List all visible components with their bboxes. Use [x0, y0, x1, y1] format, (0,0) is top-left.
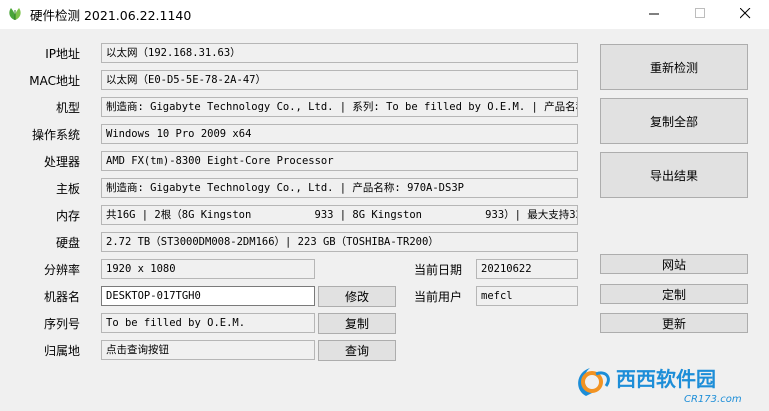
- hostname-input[interactable]: DESKTOP-017TGH0: [101, 286, 315, 306]
- user-field[interactable]: mefcl: [476, 286, 578, 306]
- date-label: 当前日期: [413, 263, 462, 277]
- close-icon: [740, 8, 751, 19]
- copy-all-button[interactable]: 复制全部: [600, 98, 748, 144]
- watermark-swirl-icon: [578, 368, 610, 396]
- watermark-brand: 西西软件园: [616, 367, 716, 391]
- board-field[interactable]: 制造商: Gigabyte Technology Co., Ltd. | 产品名…: [101, 178, 578, 198]
- board-label: 主板: [55, 182, 80, 196]
- resolution-field[interactable]: 1920 x 1080: [101, 259, 315, 279]
- title-bar: 硬件检测 2021.06.22.1140: [0, 0, 769, 29]
- maximize-icon: [695, 8, 705, 18]
- update-button[interactable]: 更新: [600, 313, 748, 333]
- query-button[interactable]: 查询: [318, 340, 396, 361]
- hostname-label: 机器名: [43, 290, 80, 304]
- model-field[interactable]: 制造商: Gigabyte Technology Co., Ltd. | 系列:…: [101, 97, 578, 117]
- mac-label: MAC地址: [29, 74, 80, 88]
- serial-label: 序列号: [43, 317, 80, 331]
- maximize-button[interactable]: [678, 0, 724, 28]
- location-label: 归属地: [43, 344, 80, 358]
- model-label: 机型: [55, 101, 80, 115]
- date-field[interactable]: 20210622: [476, 259, 578, 279]
- resolution-label: 分辨率: [43, 263, 80, 277]
- memory-label: 内存: [55, 209, 80, 223]
- user-label: 当前用户: [413, 290, 462, 304]
- watermark-site: CR173.com: [684, 394, 742, 405]
- watermark-logo: 西西软件园 CR173.com: [578, 367, 742, 405]
- ip-label: IP地址: [45, 47, 80, 61]
- cpu-field[interactable]: AMD FX(tm)-8300 Eight-Core Processor: [101, 151, 578, 171]
- redetect-button[interactable]: 重新检测: [600, 44, 748, 90]
- customize-button[interactable]: 定制: [600, 284, 748, 304]
- location-field[interactable]: 点击查询按钮: [101, 340, 315, 360]
- os-label: 操作系统: [31, 128, 80, 142]
- mac-field[interactable]: 以太网（E0-D5-5E-78-2A-47）: [101, 70, 578, 90]
- disk-label: 硬盘: [55, 236, 80, 250]
- minimize-button[interactable]: [632, 0, 678, 28]
- minimize-icon: [649, 13, 659, 15]
- disk-field[interactable]: 2.72 TB（ST3000DM008-2DM166）| 223 GB（TOSH…: [101, 232, 578, 252]
- copy-button[interactable]: 复制: [318, 313, 396, 334]
- close-button[interactable]: [723, 0, 769, 28]
- ip-field[interactable]: 以太网（192.168.31.63）: [101, 43, 578, 63]
- serial-field[interactable]: To be filled by O.E.M.: [101, 313, 315, 333]
- os-field[interactable]: Windows 10 Pro 2009 x64: [101, 124, 578, 144]
- memory-field[interactable]: 共16G | 2根（8G Kingston 933 | 8G Kingston …: [101, 205, 578, 225]
- app-window: 硬件检测 2021.06.22.1140 IP地址 MAC地址 机型 操作系统 …: [0, 0, 769, 411]
- cpu-label: 处理器: [43, 155, 80, 169]
- window-title: 硬件检测 2021.06.22.1140: [30, 8, 192, 23]
- export-button[interactable]: 导出结果: [600, 152, 748, 198]
- app-leaf-icon: [9, 8, 21, 20]
- website-button[interactable]: 网站: [600, 254, 748, 274]
